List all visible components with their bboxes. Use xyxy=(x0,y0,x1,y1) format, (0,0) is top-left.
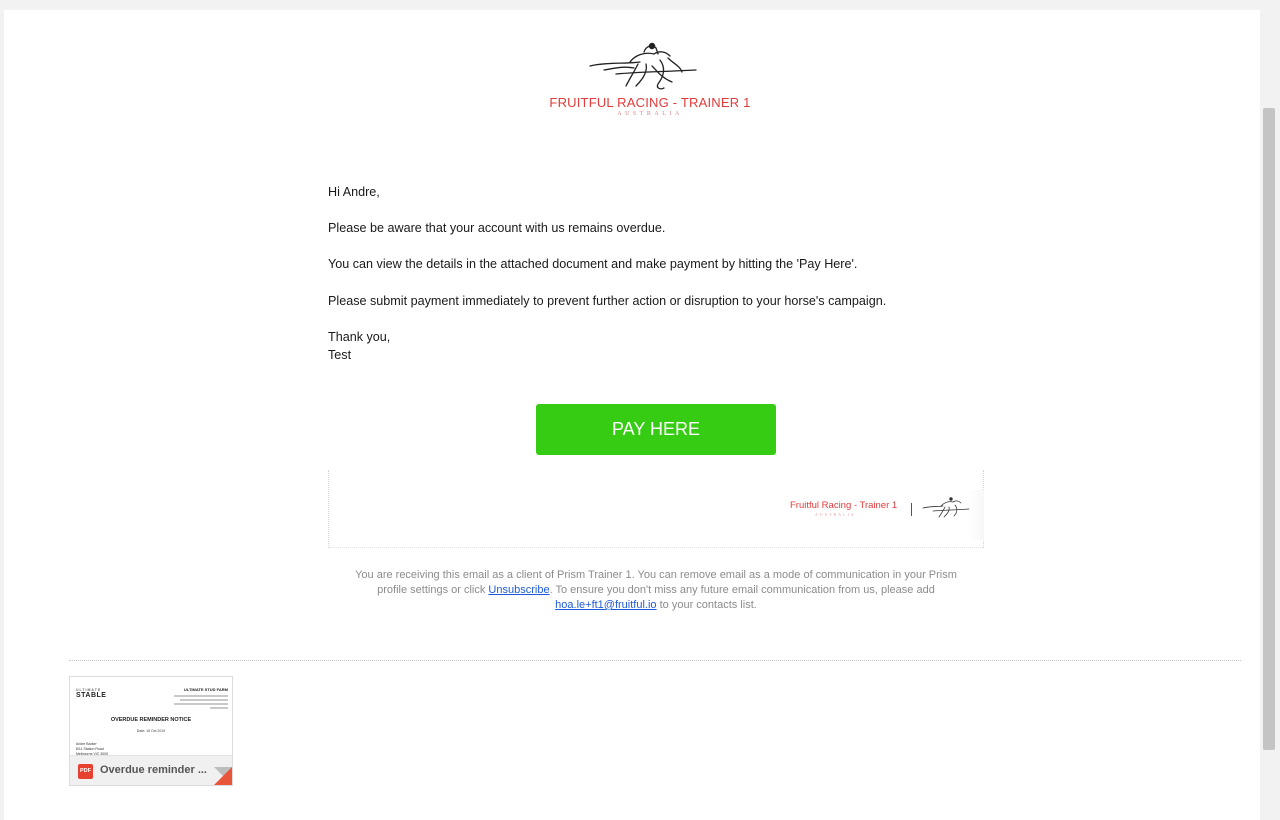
brand-title: FRUITFUL RACING - TRAINER 1 xyxy=(549,95,751,110)
signature-name: Fruitful Racing - Trainer 1 xyxy=(790,500,898,511)
closing: Thank you, xyxy=(328,330,391,344)
paragraph: Please submit payment immediately to pre… xyxy=(328,294,887,308)
preview-line xyxy=(174,703,228,705)
attachment-preview-company: ULTIMATE STUD FARM xyxy=(183,687,228,692)
horse-jockey-logo-icon xyxy=(922,497,970,518)
paragraph: You can view the details in the attached… xyxy=(328,257,858,271)
preview-line xyxy=(180,699,228,701)
email-footer: You are receiving this email as a client… xyxy=(346,568,966,613)
attachment-bar: PDF Overdue reminder ... xyxy=(70,755,232,785)
attachment-preview-date: Date: 16 Oct 2019 xyxy=(136,729,166,733)
attachment-file-name: Overdue reminder ... xyxy=(100,764,207,776)
pdf-file-icon: PDF xyxy=(78,764,93,779)
greeting: Hi Andre, xyxy=(328,185,380,199)
signature-fade xyxy=(969,490,984,540)
footer-text: to your contacts list. xyxy=(656,599,757,611)
page-fold-corner xyxy=(214,767,232,785)
attachment-preview-brand: ULTIMATE STABLE xyxy=(76,688,107,699)
attachment-card[interactable]: ULTIMATE STABLE ULTIMATE STUD FARM OVERD… xyxy=(69,676,233,786)
brand-logo: FRUITFUL RACING - TRAINER 1 AUSTRALIA xyxy=(540,38,760,124)
footer-text: . To ensure you don't miss any future em… xyxy=(549,584,935,596)
scrollbar-thumb[interactable] xyxy=(1263,108,1275,750)
paragraph: Please be aware that your account with u… xyxy=(328,221,666,235)
signature-divider xyxy=(911,503,912,516)
brand-subtitle: AUSTRALIA xyxy=(617,111,683,117)
signature-subtitle: AUSTRALIA xyxy=(815,512,856,517)
preview-line xyxy=(174,695,228,697)
email-signature: Fruitful Racing - Trainer 1 AUSTRALIA xyxy=(328,470,984,548)
attachments-divider xyxy=(69,660,1241,661)
email-viewer: FRUITFUL RACING - TRAINER 1 AUSTRALIA Hi… xyxy=(0,0,1280,820)
horse-jockey-logo-icon xyxy=(589,42,697,90)
contact-email-link[interactable]: hoa.le+ft1@fruitful.io xyxy=(555,599,656,611)
preview-line xyxy=(210,707,228,709)
unsubscribe-link[interactable]: Unsubscribe xyxy=(488,584,549,596)
pay-here-button[interactable]: PAY HERE xyxy=(536,404,776,455)
attachment-preview-title: OVERDUE REMINDER NOTICE xyxy=(110,717,192,723)
email-page: FRUITFUL RACING - TRAINER 1 AUSTRALIA Hi… xyxy=(4,10,1260,820)
signer-name: Test xyxy=(328,348,352,362)
